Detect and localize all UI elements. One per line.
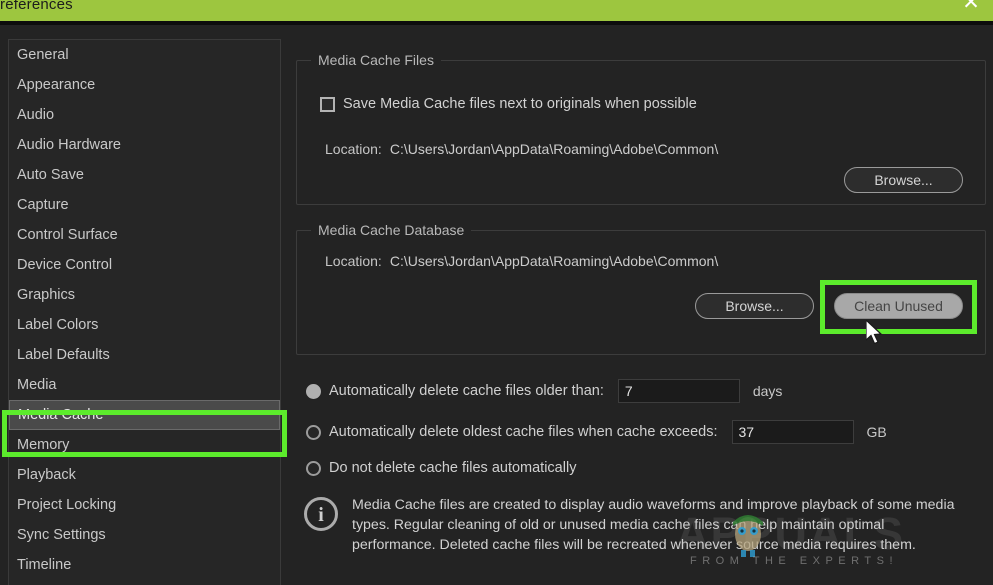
clean-unused-button[interactable]: Clean Unused: [834, 293, 963, 319]
title-bar-underline: [0, 21, 993, 25]
delete-older-than-label: Automatically delete cache files older t…: [329, 383, 604, 399]
sidebar-item-label: Device Control: [17, 257, 112, 273]
media-cache-files-location-row: Location: C:\Users\Jordan\AppData\Roamin…: [325, 141, 718, 157]
sidebar-item-label: Auto Save: [17, 167, 84, 183]
do-not-delete-label: Do not delete cache files automatically: [329, 460, 576, 476]
sidebar-item-capture[interactable]: Capture: [9, 190, 280, 220]
media-cache-panel: Media Cache Files Save Media Cache files…: [296, 52, 986, 585]
save-next-to-originals-checkbox[interactable]: [320, 97, 335, 112]
sidebar-item-graphics[interactable]: Graphics: [9, 280, 280, 310]
sidebar-item-media-cache[interactable]: Media Cache: [9, 400, 280, 430]
sidebar-item-sync-settings[interactable]: Sync Settings: [9, 520, 280, 550]
sidebar-item-appearance[interactable]: Appearance: [9, 70, 280, 100]
info-icon: i: [304, 497, 338, 531]
sidebar-item-label: General: [17, 47, 69, 63]
close-icon[interactable]: ✕: [959, 0, 983, 15]
sidebar-item-label: Control Surface: [17, 227, 118, 243]
sidebar-item-general[interactable]: General: [9, 40, 280, 70]
preferences-window: references ✕ General Appearance Audio Audio…: [0, 0, 993, 585]
delete-when-exceeds-unit: GB: [867, 424, 887, 440]
sidebar-item-media[interactable]: Media: [9, 370, 280, 400]
media-cache-files-location-label: Location:: [325, 141, 382, 157]
save-next-to-originals-label: Save Media Cache files next to originals…: [343, 96, 697, 112]
sidebar-item-auto-save[interactable]: Auto Save: [9, 160, 280, 190]
sidebar-item-label: Media Cache: [18, 407, 103, 423]
sidebar-item-label: Memory: [17, 437, 69, 453]
title-bar: references ✕: [0, 0, 993, 21]
sidebar-item-project-locking[interactable]: Project Locking: [9, 490, 280, 520]
media-cache-files-group: Media Cache Files Save Media Cache files…: [296, 60, 986, 205]
sidebar-item-label-colors[interactable]: Label Colors: [9, 310, 280, 340]
media-cache-database-group-title: Media Cache Database: [311, 222, 471, 238]
sidebar-item-label: Playback: [17, 467, 76, 483]
sidebar-item-memory[interactable]: Memory: [9, 430, 280, 460]
delete-when-exceeds-label: Automatically delete oldest cache files …: [329, 424, 718, 440]
media-cache-info-text: Media Cache files are created to display…: [352, 495, 964, 555]
sidebar-item-label: Audio Hardware: [17, 137, 121, 153]
sidebar-item-label: Timeline: [17, 557, 71, 573]
sidebar-item-label: Media: [17, 377, 57, 393]
window-title: references: [0, 0, 73, 15]
do-not-delete-radio[interactable]: [306, 461, 321, 476]
browse-media-cache-database-button[interactable]: Browse...: [695, 293, 814, 319]
sidebar-item-audio-hardware[interactable]: Audio Hardware: [9, 130, 280, 160]
media-cache-database-location-value: C:\Users\Jordan\AppData\Roaming\Adobe\Co…: [390, 253, 718, 269]
delete-older-than-input[interactable]: [618, 379, 740, 403]
sidebar-item-label: Project Locking: [17, 497, 116, 513]
media-cache-info-note: i Media Cache files are created to displ…: [304, 495, 964, 555]
do-not-delete-row[interactable]: Do not delete cache files automatically: [306, 460, 576, 476]
browse-media-cache-files-button[interactable]: Browse...: [844, 167, 963, 193]
sidebar-item-label: Label Defaults: [17, 347, 110, 363]
delete-when-exceeds-row[interactable]: Automatically delete oldest cache files …: [306, 420, 887, 444]
media-cache-database-location-label: Location:: [325, 253, 382, 269]
sidebar-item-audio[interactable]: Audio: [9, 100, 280, 130]
delete-older-than-radio[interactable]: [306, 384, 321, 399]
sidebar-item-label: Label Colors: [17, 317, 98, 333]
sidebar-item-control-surface[interactable]: Control Surface: [9, 220, 280, 250]
sidebar-item-device-control[interactable]: Device Control: [9, 250, 280, 280]
sidebar-item-label: Capture: [17, 197, 69, 213]
sidebar-item-label: Appearance: [17, 77, 95, 93]
delete-when-exceeds-radio[interactable]: [306, 425, 321, 440]
media-cache-files-group-title: Media Cache Files: [311, 52, 441, 68]
sidebar-item-label: Sync Settings: [17, 527, 106, 543]
sidebar-item-label: Audio: [17, 107, 54, 123]
sidebar-item-playback[interactable]: Playback: [9, 460, 280, 490]
preferences-category-list[interactable]: General Appearance Audio Audio Hardware Auto…: [8, 39, 281, 585]
delete-older-than-unit: days: [753, 383, 783, 399]
save-next-to-originals-row[interactable]: Save Media Cache files next to originals…: [320, 96, 697, 112]
media-cache-files-location-value: C:\Users\Jordan\AppData\Roaming\Adobe\Co…: [390, 141, 718, 157]
media-cache-database-group: Media Cache Database Location: C:\Users\…: [296, 230, 986, 355]
sidebar-item-label-defaults[interactable]: Label Defaults: [9, 340, 280, 370]
sidebar-item-timeline[interactable]: Timeline: [9, 550, 280, 580]
delete-older-than-row[interactable]: Automatically delete cache files older t…: [306, 379, 782, 403]
delete-when-exceeds-input[interactable]: [732, 420, 854, 444]
sidebar-item-label: Graphics: [17, 287, 75, 303]
media-cache-database-location-row: Location: C:\Users\Jordan\AppData\Roamin…: [325, 253, 718, 269]
